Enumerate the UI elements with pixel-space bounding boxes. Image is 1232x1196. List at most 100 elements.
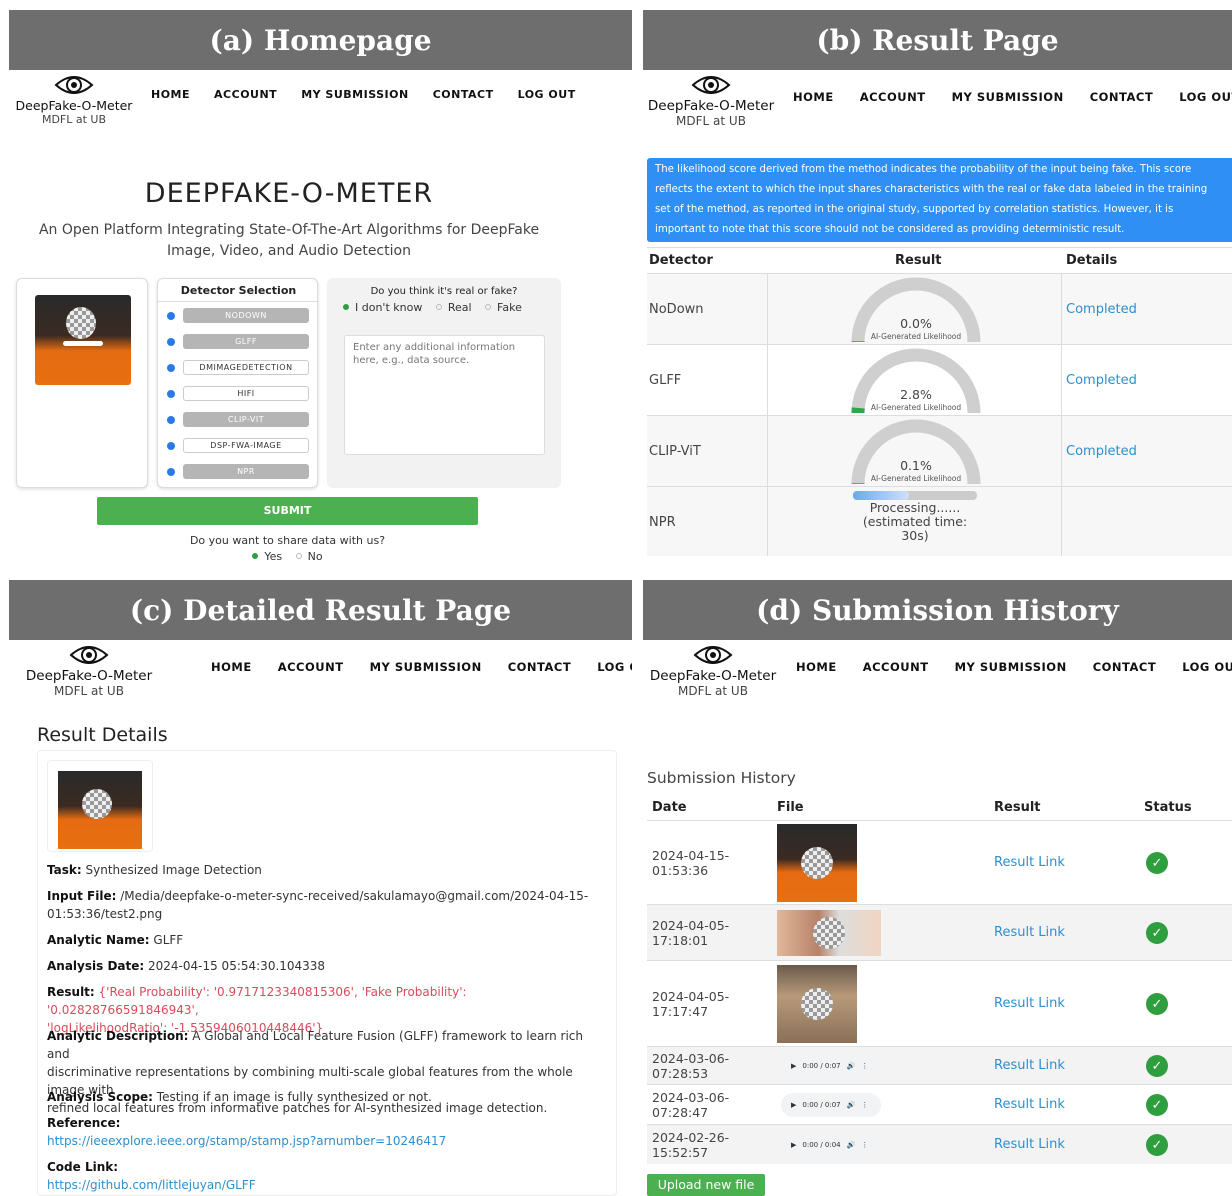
details-completed-link[interactable]: Completed (1066, 444, 1137, 459)
nav-logout[interactable]: LOG OUT (1179, 90, 1232, 104)
brand-logo[interactable]: DeepFake-O-Meter MDFL at UB (21, 642, 157, 698)
option-no[interactable]: No (308, 550, 323, 563)
panel-title: (d) Submission History (643, 580, 1232, 640)
detector-glff[interactable]: GLFF (183, 334, 309, 349)
textarea-placeholder-line2: here, e.g., data source. (353, 355, 470, 366)
brand-logo[interactable]: DeepFake-O-Meter MDFL at UB (645, 642, 781, 698)
nav-account[interactable]: ACCOUNT (860, 90, 926, 104)
nav-contact[interactable]: CONTACT (1090, 90, 1153, 104)
submission-date: 2024-03-06- 07:28:47 (652, 1090, 729, 1120)
radio-no[interactable] (295, 553, 302, 559)
code-link[interactable]: https://github.com/littlejuyan/GLFF (47, 1178, 256, 1192)
radio-fake[interactable] (485, 304, 492, 310)
main-nav: HOME ACCOUNT MY SUBMISSION CONTACT LOG O… (796, 660, 1232, 674)
site-header: DeepFake-O-Meter MDFL at UB HOME ACCOUNT… (9, 70, 632, 142)
option-dont-know[interactable]: I don't know (355, 301, 422, 314)
more-options-icon[interactable]: ⋮ (861, 1062, 868, 1070)
info-icon[interactable] (167, 364, 175, 372)
opinion-question: Do you think it's real or fake? (370, 286, 518, 297)
file-thumbnail[interactable] (777, 965, 857, 1043)
nav-home[interactable]: HOME (151, 88, 190, 101)
submission-date: 2024-03-06- 07:28:53 (652, 1051, 729, 1081)
nav-contact[interactable]: CONTACT (433, 88, 494, 101)
detector-dmimagedetection[interactable]: DMIMAGEDETECTION (183, 360, 309, 375)
result-link[interactable]: Result Link (994, 1058, 1065, 1073)
upload-preview-card[interactable] (16, 278, 148, 488)
radio-yes[interactable] (252, 553, 259, 559)
nav-logout[interactable]: LOG OUT (518, 88, 576, 101)
submit-button[interactable]: SUBMIT (97, 497, 478, 525)
nav-account[interactable]: ACCOUNT (214, 88, 277, 101)
info-icon[interactable] (167, 312, 175, 320)
nav-home[interactable]: HOME (793, 90, 834, 104)
nav-logout[interactable]: LOG OUT (1182, 660, 1232, 674)
nav-contact[interactable]: CONTACT (1093, 660, 1156, 674)
nav-my-submission[interactable]: MY SUBMISSION (370, 660, 482, 674)
brand-logo[interactable]: DeepFake-O-Meter MDFL at UB (643, 72, 779, 128)
result-value-line1: {'Real Probability': '0.9717123340815306… (47, 985, 467, 1017)
additional-info-textarea[interactable]: Enter any additional information here, e… (344, 335, 545, 455)
hero-subtitle-line1: An Open Platform Integrating State-Of-Th… (38, 222, 540, 238)
nav-my-submission[interactable]: MY SUBMISSION (955, 660, 1067, 674)
option-yes[interactable]: Yes (264, 550, 282, 563)
audio-player[interactable]: ▶ 0:00 / 0:04 🔊 ⋮ (781, 1133, 881, 1157)
nav-account[interactable]: ACCOUNT (863, 660, 929, 674)
gauge-caption: AI-Generated Likelihood (870, 403, 962, 412)
brand-logo[interactable]: DeepFake-O-Meter MDFL at UB (9, 72, 139, 126)
play-icon[interactable]: ▶ (791, 1062, 796, 1070)
submission-date: 2024-04-05- 17:18:01 (652, 918, 729, 948)
detector-clip-vit[interactable]: CLIP-VIT (183, 412, 309, 427)
option-fake[interactable]: Fake (497, 301, 522, 314)
input-key: Input File: (47, 889, 117, 903)
nav-contact[interactable]: CONTACT (508, 660, 571, 674)
eye-logo-icon (693, 646, 733, 664)
desc-key: Analytic Description: (47, 1029, 189, 1043)
info-icon[interactable] (167, 416, 175, 424)
submission-history-heading: Submission History (647, 769, 796, 787)
progress-bar (853, 491, 977, 500)
info-icon[interactable] (167, 442, 175, 450)
audio-player[interactable]: ▶ 0:00 / 0:07 🔊 ⋮ (781, 1093, 881, 1117)
detector-npr[interactable]: NPR (183, 464, 309, 479)
option-real[interactable]: Real (448, 301, 472, 314)
play-icon[interactable]: ▶ (791, 1141, 796, 1149)
nav-account[interactable]: ACCOUNT (278, 660, 344, 674)
result-link[interactable]: Result Link (994, 925, 1065, 940)
volume-icon[interactable]: 🔊 (847, 1101, 856, 1109)
upload-new-file-button[interactable]: Upload new file (647, 1174, 765, 1196)
radio-dont-know[interactable] (343, 304, 349, 310)
input-image (58, 771, 142, 849)
date-line1: 2024-03-06- (652, 1090, 730, 1105)
nav-logout[interactable]: LOG OUT (597, 660, 632, 674)
file-thumbnail[interactable] (777, 910, 881, 956)
details-completed-link[interactable]: Completed (1066, 302, 1137, 317)
nav-my-submission[interactable]: MY SUBMISSION (952, 90, 1064, 104)
nav-my-submission[interactable]: MY SUBMISSION (301, 88, 409, 101)
name-key: Analytic Name: (47, 933, 150, 947)
result-link[interactable]: Result Link (994, 855, 1065, 870)
result-link[interactable]: Result Link (994, 996, 1065, 1011)
detector-dsp-fwa-image[interactable]: DSP-FWA-IMAGE (183, 438, 309, 453)
result-link[interactable]: Result Link (994, 1137, 1065, 1152)
volume-icon[interactable]: 🔊 (847, 1062, 856, 1070)
detector-hifi[interactable]: HIFI (183, 386, 309, 401)
play-icon[interactable]: ▶ (791, 1101, 796, 1109)
hero-subtitle-line2: Image, Video, and Audio Detection (167, 243, 411, 259)
audio-player[interactable]: ▶ 0:00 / 0:07 🔊 ⋮ (781, 1054, 881, 1078)
file-thumbnail[interactable] (777, 824, 857, 902)
table-row: 2024-04-05- 17:18:01 Result Link ✓ (647, 904, 1232, 960)
more-options-icon[interactable]: ⋮ (861, 1101, 868, 1109)
detector-nodown[interactable]: NODOWN (183, 308, 309, 323)
info-icon[interactable] (167, 390, 175, 398)
details-completed-link[interactable]: Completed (1066, 373, 1137, 388)
reference-link[interactable]: https://ieeexplore.ieee.org/stamp/stamp.… (47, 1134, 446, 1148)
info-icon[interactable] (167, 338, 175, 346)
scope-key: Analysis Scope: (47, 1090, 153, 1104)
more-options-icon[interactable]: ⋮ (861, 1141, 868, 1149)
nav-home[interactable]: HOME (796, 660, 837, 674)
volume-icon[interactable]: 🔊 (847, 1141, 856, 1149)
nav-home[interactable]: HOME (211, 660, 252, 674)
radio-real[interactable] (435, 304, 442, 310)
info-icon[interactable] (167, 468, 175, 476)
result-link[interactable]: Result Link (994, 1097, 1065, 1112)
